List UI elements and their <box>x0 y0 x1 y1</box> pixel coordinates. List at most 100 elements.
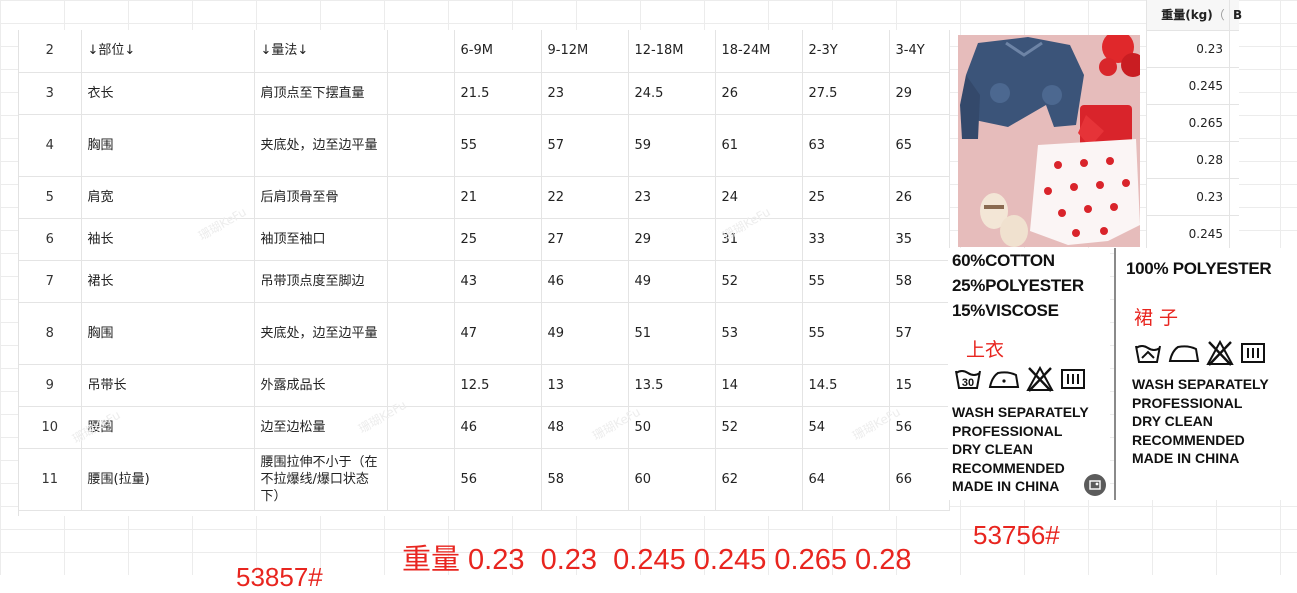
fabric-line: 100% POLYESTER <box>1126 259 1272 278</box>
hand-wash-icon <box>1135 345 1161 363</box>
value-cell: 13 <box>541 364 629 407</box>
value-cell: 27 <box>541 218 629 261</box>
value-cell: 51 <box>628 302 716 365</box>
value-cell: 61 <box>715 114 803 177</box>
dry-flat-icon <box>1061 369 1085 389</box>
value-cell: 14 <box>715 364 803 407</box>
value-cell: 46 <box>454 406 542 449</box>
column-divider <box>1229 0 1230 250</box>
value-cell: 65 <box>889 114 950 177</box>
fabric-line: 60%COTTON <box>952 251 1055 270</box>
fabric-line: 25%POLYESTER <box>952 276 1084 295</box>
iron-icon <box>1168 345 1200 362</box>
header-method: ↓量法↓ <box>254 30 388 73</box>
care-symbols <box>1134 340 1266 366</box>
value-cell: 56 <box>889 406 950 449</box>
part-cell: 肩宽 <box>81 176 255 219</box>
table-row: 8 胸围 夹底处，边至边平量 47 49 51 53 55 57 <box>19 302 950 365</box>
table-row: 5 肩宽 后肩顶骨至骨 21 22 23 24 25 26 <box>19 176 950 219</box>
weight-header-label: 重量(kg) <box>1161 8 1213 22</box>
care-line: WASH SEPARATELY <box>952 404 1089 420</box>
row-number: 11 <box>19 448 82 511</box>
product-illustration <box>958 35 1140 247</box>
value-cell: 14.5 <box>802 364 890 407</box>
value-cell: 64 <box>802 448 890 511</box>
method-cell: 袖顶至袖口 <box>254 218 388 261</box>
value-cell: 25 <box>454 218 542 261</box>
value-cell: 31 <box>715 218 803 261</box>
blank-cell <box>387 218 455 261</box>
part-cell: 胸围 <box>81 302 255 365</box>
row-number: 8 <box>19 302 82 365</box>
care-line: PROFESSIONAL <box>1132 394 1243 411</box>
next-column-header: B <box>1233 8 1243 22</box>
part-cell: 腰围(拉量) <box>81 448 255 511</box>
care-line: RECOMMENDED <box>1132 431 1245 448</box>
header-size: 6-9M <box>454 30 542 73</box>
weight-cell: 0.245 <box>1147 68 1239 105</box>
value-cell: 22 <box>541 176 629 219</box>
row-number: 5 <box>19 176 82 219</box>
row-number: 2 <box>19 30 82 73</box>
table-row: 7 裙长 吊带顶点度至脚边 43 46 49 52 55 58 <box>19 260 950 303</box>
method-cell: 外露成品长 <box>254 364 388 407</box>
value-cell: 12.5 <box>454 364 542 407</box>
care-line: RECOMMENDED <box>952 459 1065 476</box>
blank-cell <box>387 260 455 303</box>
value-cell: 57 <box>541 114 629 177</box>
value-cell: 46 <box>541 260 629 303</box>
value-cell: 57 <box>889 302 950 365</box>
care-symbols: 30 <box>954 366 1086 392</box>
header-size: 3-4Y <box>889 30 950 73</box>
method-cell: 腰围拉伸不小于（在不拉爆线/爆口状态下） <box>254 448 388 511</box>
blank-cell <box>387 448 455 511</box>
value-cell: 55 <box>454 114 542 177</box>
header-size: 2-3Y <box>802 30 890 73</box>
value-cell: 29 <box>628 218 716 261</box>
value-cell: 24.5 <box>628 72 716 115</box>
row-number: 3 <box>19 72 82 115</box>
value-cell: 58 <box>541 448 629 511</box>
value-cell: 49 <box>541 302 629 365</box>
image-tool-icon[interactable] <box>1084 474 1106 496</box>
weight-header: 重量(kg)（ <box>1147 0 1239 31</box>
blank-cell <box>387 302 455 365</box>
value-cell: 47 <box>454 302 542 365</box>
blank-cell <box>387 364 455 407</box>
value-cell: 43 <box>454 260 542 303</box>
row-number: 6 <box>19 218 82 261</box>
care-line: DRY CLEAN <box>952 441 1033 457</box>
value-cell: 25 <box>802 176 890 219</box>
row-number: 7 <box>19 260 82 303</box>
value-cell: 60 <box>628 448 716 511</box>
wash-30-icon: 30 <box>955 370 981 389</box>
method-cell: 夹底处，边至边平量 <box>254 114 388 177</box>
size-chart-sheet: 2 ↓部位↓ ↓量法↓ 6-9M 9-12M 12-18M 18-24M 2-3… <box>18 30 950 516</box>
garment-name: 裙 子 <box>1134 307 1179 329</box>
value-cell: 52 <box>715 260 803 303</box>
blank-cell <box>387 72 455 115</box>
value-cell: 52 <box>715 406 803 449</box>
value-cell: 49 <box>628 260 716 303</box>
method-cell: 边至边松量 <box>254 406 388 449</box>
table-row: 3 衣长 肩顶点至下摆直量 21.5 23 24.5 26 27.5 29 <box>19 72 950 115</box>
part-cell: 吊带长 <box>81 364 255 407</box>
row-number: 10 <box>19 406 82 449</box>
value-cell: 50 <box>628 406 716 449</box>
dry-flat-icon <box>1241 343 1265 363</box>
header-size: 9-12M <box>541 30 629 73</box>
value-cell: 48 <box>541 406 629 449</box>
value-cell: 56 <box>454 448 542 511</box>
care-line: WASH SEPARATELY <box>1132 376 1269 392</box>
weight-cell: 0.23 <box>1147 31 1239 68</box>
care-label-top: 60%COTTON 25%POLYESTER 15%VISCOSE 上衣 30 … <box>948 248 1110 500</box>
part-cell: 腰围 <box>81 406 255 449</box>
part-cell: 裙长 <box>81 260 255 303</box>
value-cell: 21 <box>454 176 542 219</box>
value-cell: 26 <box>889 176 950 219</box>
method-cell: 吊带顶点度至脚边 <box>254 260 388 303</box>
header-size: 18-24M <box>715 30 803 73</box>
care-line: PROFESSIONAL <box>952 422 1063 439</box>
method-cell: 夹底处，边至边平量 <box>254 302 388 365</box>
header-size: 12-18M <box>628 30 716 73</box>
